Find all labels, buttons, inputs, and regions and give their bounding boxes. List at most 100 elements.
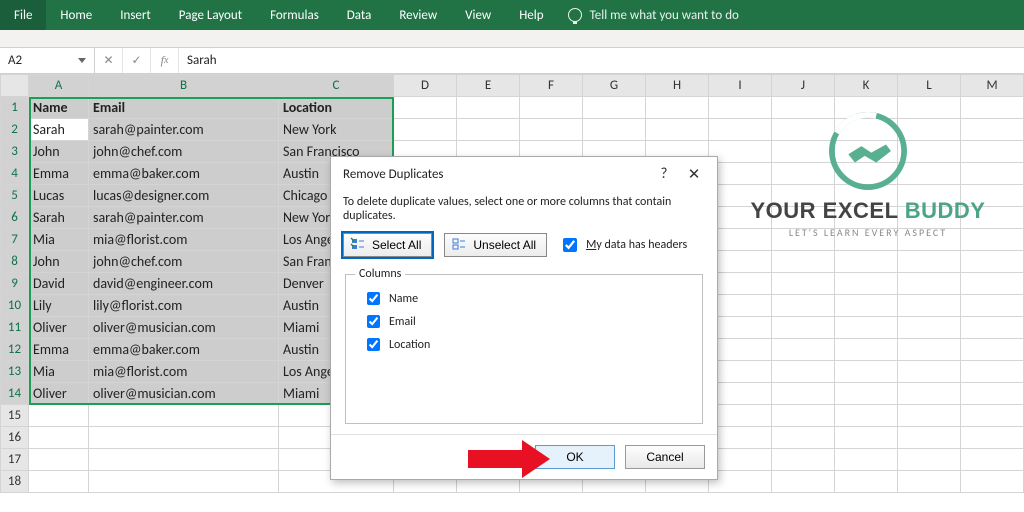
cell-D1[interactable] (394, 97, 457, 119)
row-header-14[interactable]: 14 (1, 383, 29, 405)
row-header-6[interactable]: 6 (1, 207, 29, 229)
cell-J16[interactable] (772, 427, 835, 449)
select-all-button[interactable]: Select All (343, 233, 432, 257)
column-checkbox-input-location[interactable] (367, 338, 380, 351)
cell-B4[interactable]: emma@baker.com (89, 163, 279, 185)
cell-K12[interactable] (835, 339, 898, 361)
row-header-2[interactable]: 2 (1, 119, 29, 141)
tell-me-search[interactable]: Tell me what you want to do (558, 0, 739, 30)
column-checkbox-input-email[interactable] (367, 315, 380, 328)
cell-B13[interactable]: mia@florist.com (89, 361, 279, 383)
cell-B12[interactable]: emma@baker.com (89, 339, 279, 361)
column-header-B[interactable]: B (89, 75, 279, 97)
row-header-15[interactable]: 15 (1, 405, 29, 427)
row-header-8[interactable]: 8 (1, 251, 29, 273)
cell-K18[interactable] (835, 471, 898, 493)
row-header-7[interactable]: 7 (1, 229, 29, 251)
tab-review[interactable]: Review (385, 0, 451, 30)
cell-J13[interactable] (772, 361, 835, 383)
cell-L11[interactable] (898, 317, 961, 339)
cell-A13[interactable]: Mia (29, 361, 89, 383)
cell-B1[interactable]: Email (89, 97, 279, 119)
cell-B10[interactable]: lily@florist.com (89, 295, 279, 317)
formula-input[interactable]: Sarah (179, 48, 1024, 73)
cell-L9[interactable] (898, 273, 961, 295)
cell-J17[interactable] (772, 449, 835, 471)
cell-B14[interactable]: oliver@musician.com (89, 383, 279, 405)
cell-M17[interactable] (961, 449, 1024, 471)
cell-M16[interactable] (961, 427, 1024, 449)
column-header-C[interactable]: C (279, 75, 394, 97)
cell-M18[interactable] (961, 471, 1024, 493)
cell-B9[interactable]: david@engineer.com (89, 273, 279, 295)
cell-K16[interactable] (835, 427, 898, 449)
cell-D2[interactable] (394, 119, 457, 141)
cell-A12[interactable]: Emma (29, 339, 89, 361)
column-header-F[interactable]: F (520, 75, 583, 97)
cell-B15[interactable] (89, 405, 279, 427)
row-header-5[interactable]: 5 (1, 185, 29, 207)
cancel-button[interactable]: Cancel (625, 445, 705, 469)
cell-A3[interactable]: John (29, 141, 89, 163)
row-header-17[interactable]: 17 (1, 449, 29, 471)
cell-A8[interactable]: John (29, 251, 89, 273)
cell-K17[interactable] (835, 449, 898, 471)
row-header-4[interactable]: 4 (1, 163, 29, 185)
cell-J18[interactable] (772, 471, 835, 493)
cell-B3[interactable]: john@chef.com (89, 141, 279, 163)
cell-B17[interactable] (89, 449, 279, 471)
cell-K15[interactable] (835, 405, 898, 427)
tab-formulas[interactable]: Formulas (256, 0, 333, 30)
cell-C2[interactable]: New York (279, 119, 394, 141)
cell-M15[interactable] (961, 405, 1024, 427)
cell-A18[interactable] (29, 471, 89, 493)
cell-A6[interactable]: Sarah (29, 207, 89, 229)
cell-K9[interactable] (835, 273, 898, 295)
name-box[interactable]: A2 (0, 48, 95, 73)
cell-M13[interactable] (961, 361, 1024, 383)
tab-help[interactable]: Help (505, 0, 557, 30)
cell-G1[interactable] (583, 97, 646, 119)
row-header-12[interactable]: 12 (1, 339, 29, 361)
cell-L12[interactable] (898, 339, 961, 361)
insert-function-button[interactable]: fx (151, 48, 179, 73)
cell-A4[interactable]: Emma (29, 163, 89, 185)
column-header-I[interactable]: I (709, 75, 772, 97)
unselect-all-button[interactable]: Unselect All (444, 233, 547, 257)
cell-E1[interactable] (457, 97, 520, 119)
cell-H1[interactable] (646, 97, 709, 119)
column-header-G[interactable]: G (583, 75, 646, 97)
cell-M10[interactable] (961, 295, 1024, 317)
cell-B11[interactable]: oliver@musician.com (89, 317, 279, 339)
tab-page-layout[interactable]: Page Layout (165, 0, 256, 30)
row-header-9[interactable]: 9 (1, 273, 29, 295)
cell-A16[interactable] (29, 427, 89, 449)
tab-file[interactable]: File (0, 0, 46, 30)
cell-L15[interactable] (898, 405, 961, 427)
select-all-cells[interactable] (1, 75, 29, 97)
cell-A9[interactable]: David (29, 273, 89, 295)
cell-A11[interactable]: Oliver (29, 317, 89, 339)
cell-L13[interactable] (898, 361, 961, 383)
column-header-M[interactable]: M (961, 75, 1024, 97)
column-header-L[interactable]: L (898, 75, 961, 97)
cell-J15[interactable] (772, 405, 835, 427)
cell-J9[interactable] (772, 273, 835, 295)
cell-J12[interactable] (772, 339, 835, 361)
cell-M11[interactable] (961, 317, 1024, 339)
enter-formula-button[interactable]: ✓ (123, 48, 151, 73)
cell-A14[interactable]: Oliver (29, 383, 89, 405)
headers-checkbox-input[interactable] (563, 238, 577, 252)
close-button[interactable]: ✕ (679, 165, 709, 184)
column-checkbox-location[interactable]: Location (363, 333, 685, 356)
row-header-13[interactable]: 13 (1, 361, 29, 383)
cell-A17[interactable] (29, 449, 89, 471)
cell-M8[interactable] (961, 251, 1024, 273)
row-header-3[interactable]: 3 (1, 141, 29, 163)
cell-L16[interactable] (898, 427, 961, 449)
tab-home[interactable]: Home (46, 0, 106, 30)
cell-K8[interactable] (835, 251, 898, 273)
cell-B6[interactable]: sarah@painter.com (89, 207, 279, 229)
cell-M9[interactable] (961, 273, 1024, 295)
cell-M14[interactable] (961, 383, 1024, 405)
